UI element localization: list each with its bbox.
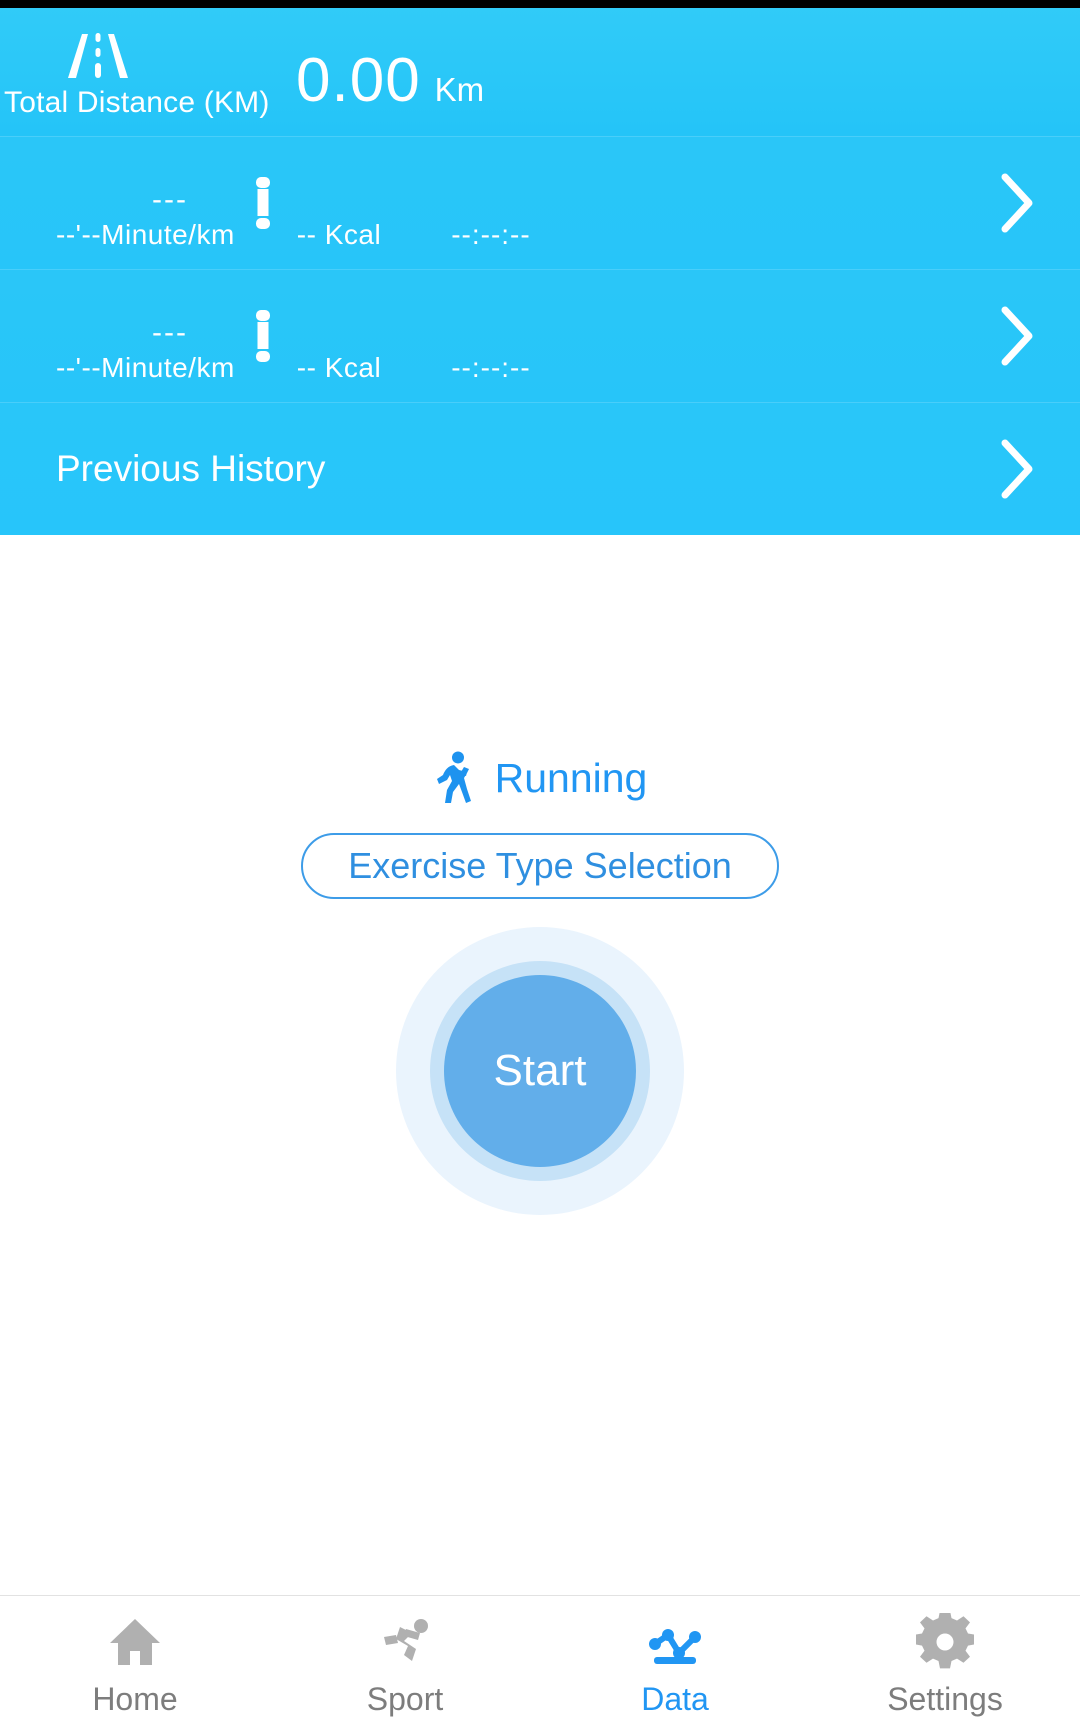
- total-distance-section: Total Distance (KM) 0.00 Km: [0, 8, 1080, 136]
- nav-item-settings[interactable]: Settings: [810, 1596, 1080, 1735]
- road-icon: [68, 33, 128, 78]
- nav-label-data: Data: [641, 1681, 709, 1717]
- nav-item-home[interactable]: Home: [0, 1596, 270, 1735]
- total-distance-value-group: 0.00 Km: [296, 50, 484, 112]
- exercise-type-label: Running: [494, 754, 648, 801]
- start-button-group: Start: [396, 927, 684, 1215]
- record-pace: --'--Minute/km: [56, 219, 235, 250]
- running-person-icon: [436, 751, 471, 803]
- bottom-navigation: Home Sport Data Settings: [0, 1595, 1080, 1735]
- summary-header-panel: Total Distance (KM) 0.00 Km --- --'--Min…: [0, 8, 1080, 535]
- record-row[interactable]: --- --'--Minute/km -- Kcal --:--:--: [0, 269, 1080, 402]
- chevron-right-icon[interactable]: [998, 305, 1038, 367]
- nav-label-home: Home: [92, 1681, 178, 1717]
- status-bar: [0, 0, 1080, 8]
- record-duration: --:--:--: [451, 219, 531, 250]
- chevron-right-icon[interactable]: [998, 438, 1038, 500]
- gear-icon: [916, 1613, 974, 1669]
- record-duration: --:--:--: [451, 352, 531, 383]
- nav-label-sport: Sport: [366, 1681, 444, 1717]
- nav-item-sport[interactable]: Sport: [270, 1596, 540, 1735]
- record-calories: -- Kcal: [296, 219, 382, 250]
- record-calories: -- Kcal: [296, 352, 382, 383]
- record-pace: --'--Minute/km: [56, 352, 235, 383]
- record-distance: ---: [152, 316, 188, 349]
- nav-label-settings: Settings: [887, 1681, 1003, 1717]
- total-distance-value: 0.00: [296, 46, 421, 115]
- app-root: Total Distance (KM) 0.00 Km --- --'--Min…: [0, 0, 1080, 1735]
- main-content: Running Exercise Type Selection Start: [0, 535, 1080, 1595]
- record-row[interactable]: --- --'--Minute/km -- Kcal --:--:--: [0, 136, 1080, 269]
- record-stats: --'--Minute/km -- Kcal --:--:--: [56, 352, 531, 384]
- current-exercise-type: Running: [433, 751, 648, 805]
- previous-history-label: Previous History: [56, 448, 326, 489]
- start-button[interactable]: Start: [444, 975, 636, 1167]
- total-distance-unit: Km: [434, 71, 485, 108]
- total-distance-label: Total Distance (KM): [4, 86, 270, 119]
- record-stats: --'--Minute/km -- Kcal --:--:--: [56, 219, 531, 251]
- sport-icon: [384, 1619, 428, 1661]
- exercise-type-selection-button[interactable]: Exercise Type Selection: [301, 833, 779, 899]
- previous-history-row[interactable]: Previous History: [0, 402, 1080, 535]
- home-icon: [110, 1619, 160, 1665]
- chart-icon: [649, 1629, 701, 1664]
- chevron-right-icon[interactable]: [998, 172, 1038, 234]
- nav-item-data[interactable]: Data: [540, 1596, 810, 1735]
- record-distance: ---: [152, 183, 188, 216]
